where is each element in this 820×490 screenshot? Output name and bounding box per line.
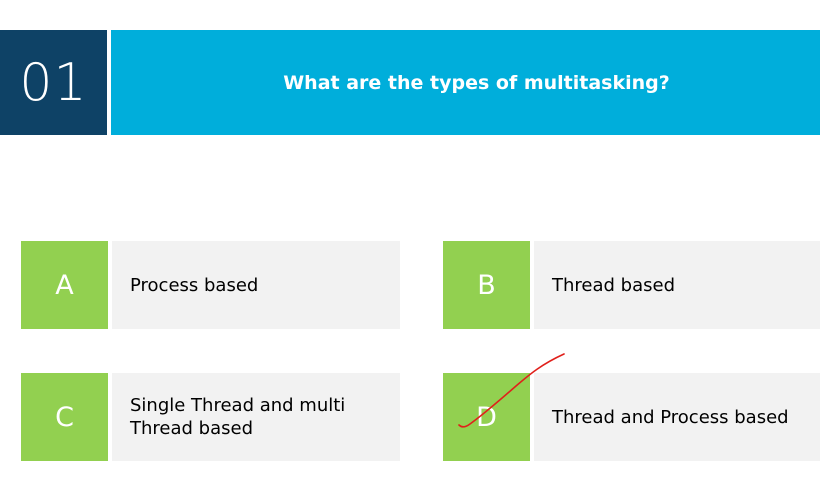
option-letter: B — [443, 241, 530, 329]
option-d[interactable]: D Thread and Process based — [443, 373, 820, 461]
question-header: What are the types of multitasking? — [111, 30, 820, 135]
option-text: Process based — [130, 274, 259, 296]
option-text-box: Thread based — [534, 241, 820, 329]
option-text-box: Process based — [112, 241, 400, 329]
option-text: Thread based — [552, 274, 675, 296]
option-text-box: Thread and Process based — [534, 373, 820, 461]
option-text: Thread and Process based — [552, 406, 789, 428]
option-text-box: Single Thread and multi Thread based — [112, 373, 400, 461]
option-text: Single Thread and multi Thread based — [130, 395, 346, 439]
option-letter: C — [21, 373, 108, 461]
option-letter: D — [443, 373, 530, 461]
quiz-slide: 01 What are the types of multitasking? A… — [0, 0, 820, 490]
option-a[interactable]: A Process based — [21, 241, 400, 329]
question-text: What are the types of multitasking? — [283, 71, 670, 94]
question-number: 01 — [0, 30, 107, 135]
option-b[interactable]: B Thread based — [443, 241, 820, 329]
option-c[interactable]: C Single Thread and multi Thread based — [21, 373, 400, 461]
option-letter: A — [21, 241, 108, 329]
